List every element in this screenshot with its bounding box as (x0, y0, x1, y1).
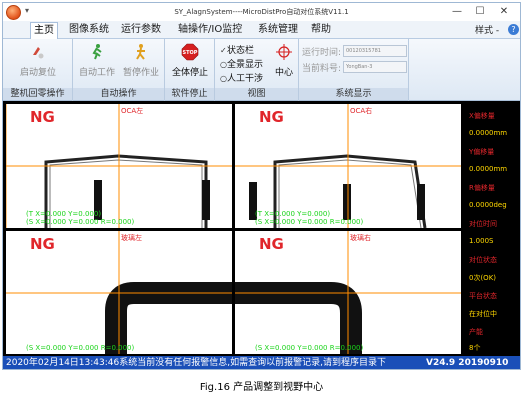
camera-name: OCA右 (350, 107, 373, 115)
group-reset-label: 整机回零操作 (3, 88, 72, 100)
camera-view-oca-right[interactable]: NG OCA右 (T X=0.000 Y=0.000) (S X=0.000 Y… (235, 104, 461, 228)
help-icon[interactable]: ? (508, 24, 519, 35)
option-panorama[interactable]: ○全景显示 (220, 57, 263, 70)
capacity-value: 8个 (469, 344, 481, 352)
window-title: SY_AlagnSystem----MicroDistPro自动对位系统V11.… (174, 8, 349, 16)
align-status-label: 对位状态 (469, 256, 497, 264)
current-part-field: YongBan-3 (343, 61, 407, 73)
align-status-value: 0次(OK) (469, 274, 497, 282)
x-offset-label: X偏移量 (469, 112, 495, 120)
group-auto: 自动工作 暂停作业 自动操作 (73, 39, 165, 101)
group-system-display: 运行时间: 00120315781 当前料号: YongBan-3 系统显示 (299, 39, 409, 101)
status-message: 2020年02月14日13:43:46系统当前没有任何报警信息,如需查询以前报警… (6, 358, 386, 368)
camera-coord-source: (S X=0.000 Y=0.000 R=0.000) (26, 218, 135, 226)
camera-view-area: NG OCA左 (T X=0.000 Y=0.000) (S X=0.000 Y… (3, 101, 520, 356)
pause-person-icon (136, 44, 145, 60)
tab-home[interactable]: 主页 (30, 22, 58, 39)
tab-help[interactable]: 帮助 (308, 22, 334, 39)
group-reset: 启动复位 整机回零操作 (3, 39, 73, 101)
x-offset-value: 0.0000mm (469, 129, 508, 137)
camera-status-ng: NG (30, 108, 55, 126)
current-part-label: 当前料号: (302, 64, 342, 74)
y-offset-value: 0.0000mm (469, 165, 508, 173)
stop-all-button[interactable]: STOP 全体停止 (167, 43, 213, 78)
status-bar: 2020年02月14日13:43:46系统当前没有任何报警信息,如需查询以前报警… (3, 356, 520, 369)
camera-coord-source: (S X=0.000 Y=0.000 R=0.000) (255, 344, 364, 352)
option-manual-intervention[interactable]: ○人工干涉 (220, 71, 263, 84)
pause-job-button[interactable]: 暂停作业 (119, 43, 163, 78)
auto-work-button[interactable]: 自动工作 (75, 43, 119, 78)
tab-image-system[interactable]: 图像系统 (66, 22, 112, 39)
r-offset-label: R偏移量 (469, 184, 495, 192)
minimize-button[interactable]: — (448, 5, 466, 19)
ribbon: 启动复位 整机回零操作 自动工作 暂停作业 自动操作 STOP 全体停止 软件停… (3, 39, 520, 101)
option-status-bar[interactable]: ✓状态栏 (220, 43, 254, 56)
camera-coord-source: (S X=0.000 Y=0.000 R=0.000) (255, 218, 364, 226)
platform-status-value: 在对位中 (469, 310, 497, 318)
close-button[interactable]: ✕ (495, 5, 513, 19)
camera-coord-source: (S X=0.000 Y=0.000 R=0.000) (26, 344, 135, 352)
y-offset-label: Y偏移量 (469, 148, 495, 156)
group-view: ✓状态栏 ○全景显示 ○人工干涉 中心 视图 (215, 39, 299, 101)
style-menu[interactable]: 样式 - (475, 23, 499, 36)
group-auto-label: 自动操作 (73, 88, 164, 100)
camera-name: 玻璃左 (121, 234, 142, 242)
camera-view-glass-right[interactable]: NG 玻璃右 (S X=0.000 Y=0.000 R=0.000) (235, 231, 461, 354)
camera-coord-target: (T X=0.000 Y=0.000) (26, 210, 102, 218)
run-time-field: 00120315781 (343, 45, 407, 57)
run-time-label: 运行时间: (302, 48, 342, 58)
camera-coord-target: (T X=0.000 Y=0.000) (255, 210, 331, 218)
camera-view-oca-left[interactable]: NG OCA左 (T X=0.000 Y=0.000) (S X=0.000 Y… (6, 104, 232, 228)
camera-name: OCA左 (121, 107, 144, 115)
figure-caption: Fig.16 产品调整到视野中心 (199, 382, 324, 393)
alignment-data-panel: X偏移量 0.0000mm Y偏移量 0.0000mm R偏移量 0.0000d… (464, 105, 520, 354)
camera-status-ng: NG (259, 108, 284, 126)
crosshair-icon (276, 44, 292, 60)
align-time-label: 对位时间 (469, 220, 497, 228)
tab-system-management[interactable]: 系统管理 (255, 22, 301, 39)
group-software-stop: STOP 全体停止 软件停止 (165, 39, 215, 101)
tab-axis-io-monitor[interactable]: 轴操作/IO监控 (175, 22, 245, 39)
svg-text:STOP: STOP (183, 50, 198, 56)
camera-view-glass-left[interactable]: NG 玻璃左 (S X=0.000 Y=0.000 R=0.000) (6, 231, 232, 354)
r-offset-value: 0.0000deg (469, 201, 507, 209)
stop-sign-icon: STOP (181, 43, 199, 61)
camera-name: 玻璃右 (350, 234, 371, 242)
align-time-value: 1.000S (469, 237, 494, 245)
start-reset-button[interactable]: 启动复位 (13, 43, 63, 78)
run-icon (92, 44, 102, 60)
center-button[interactable]: 中心 (271, 43, 297, 78)
tab-run-parameters[interactable]: 运行参数 (118, 22, 164, 39)
menu-bar: 主页 图像系统 运行参数 轴操作/IO监控 系统管理 帮助 样式 - ? (3, 21, 520, 39)
app-window: ▾ SY_AlagnSystem----MicroDistPro自动对位系统V1… (2, 2, 521, 370)
camera-status-ng: NG (259, 235, 284, 253)
platform-status-label: 平台状态 (469, 292, 497, 300)
group-software-stop-label: 软件停止 (165, 88, 214, 100)
reset-icon (33, 47, 44, 59)
version-label: V24.9 20190910 (426, 358, 509, 368)
title-bar: ▾ SY_AlagnSystem----MicroDistPro自动对位系统V1… (3, 3, 520, 21)
capacity-label: 产能 (469, 328, 483, 336)
group-system-display-label: 系统显示 (299, 88, 408, 100)
camera-status-ng: NG (30, 235, 55, 253)
group-view-label: 视图 (215, 88, 298, 100)
maximize-button[interactable]: ☐ (471, 5, 489, 19)
